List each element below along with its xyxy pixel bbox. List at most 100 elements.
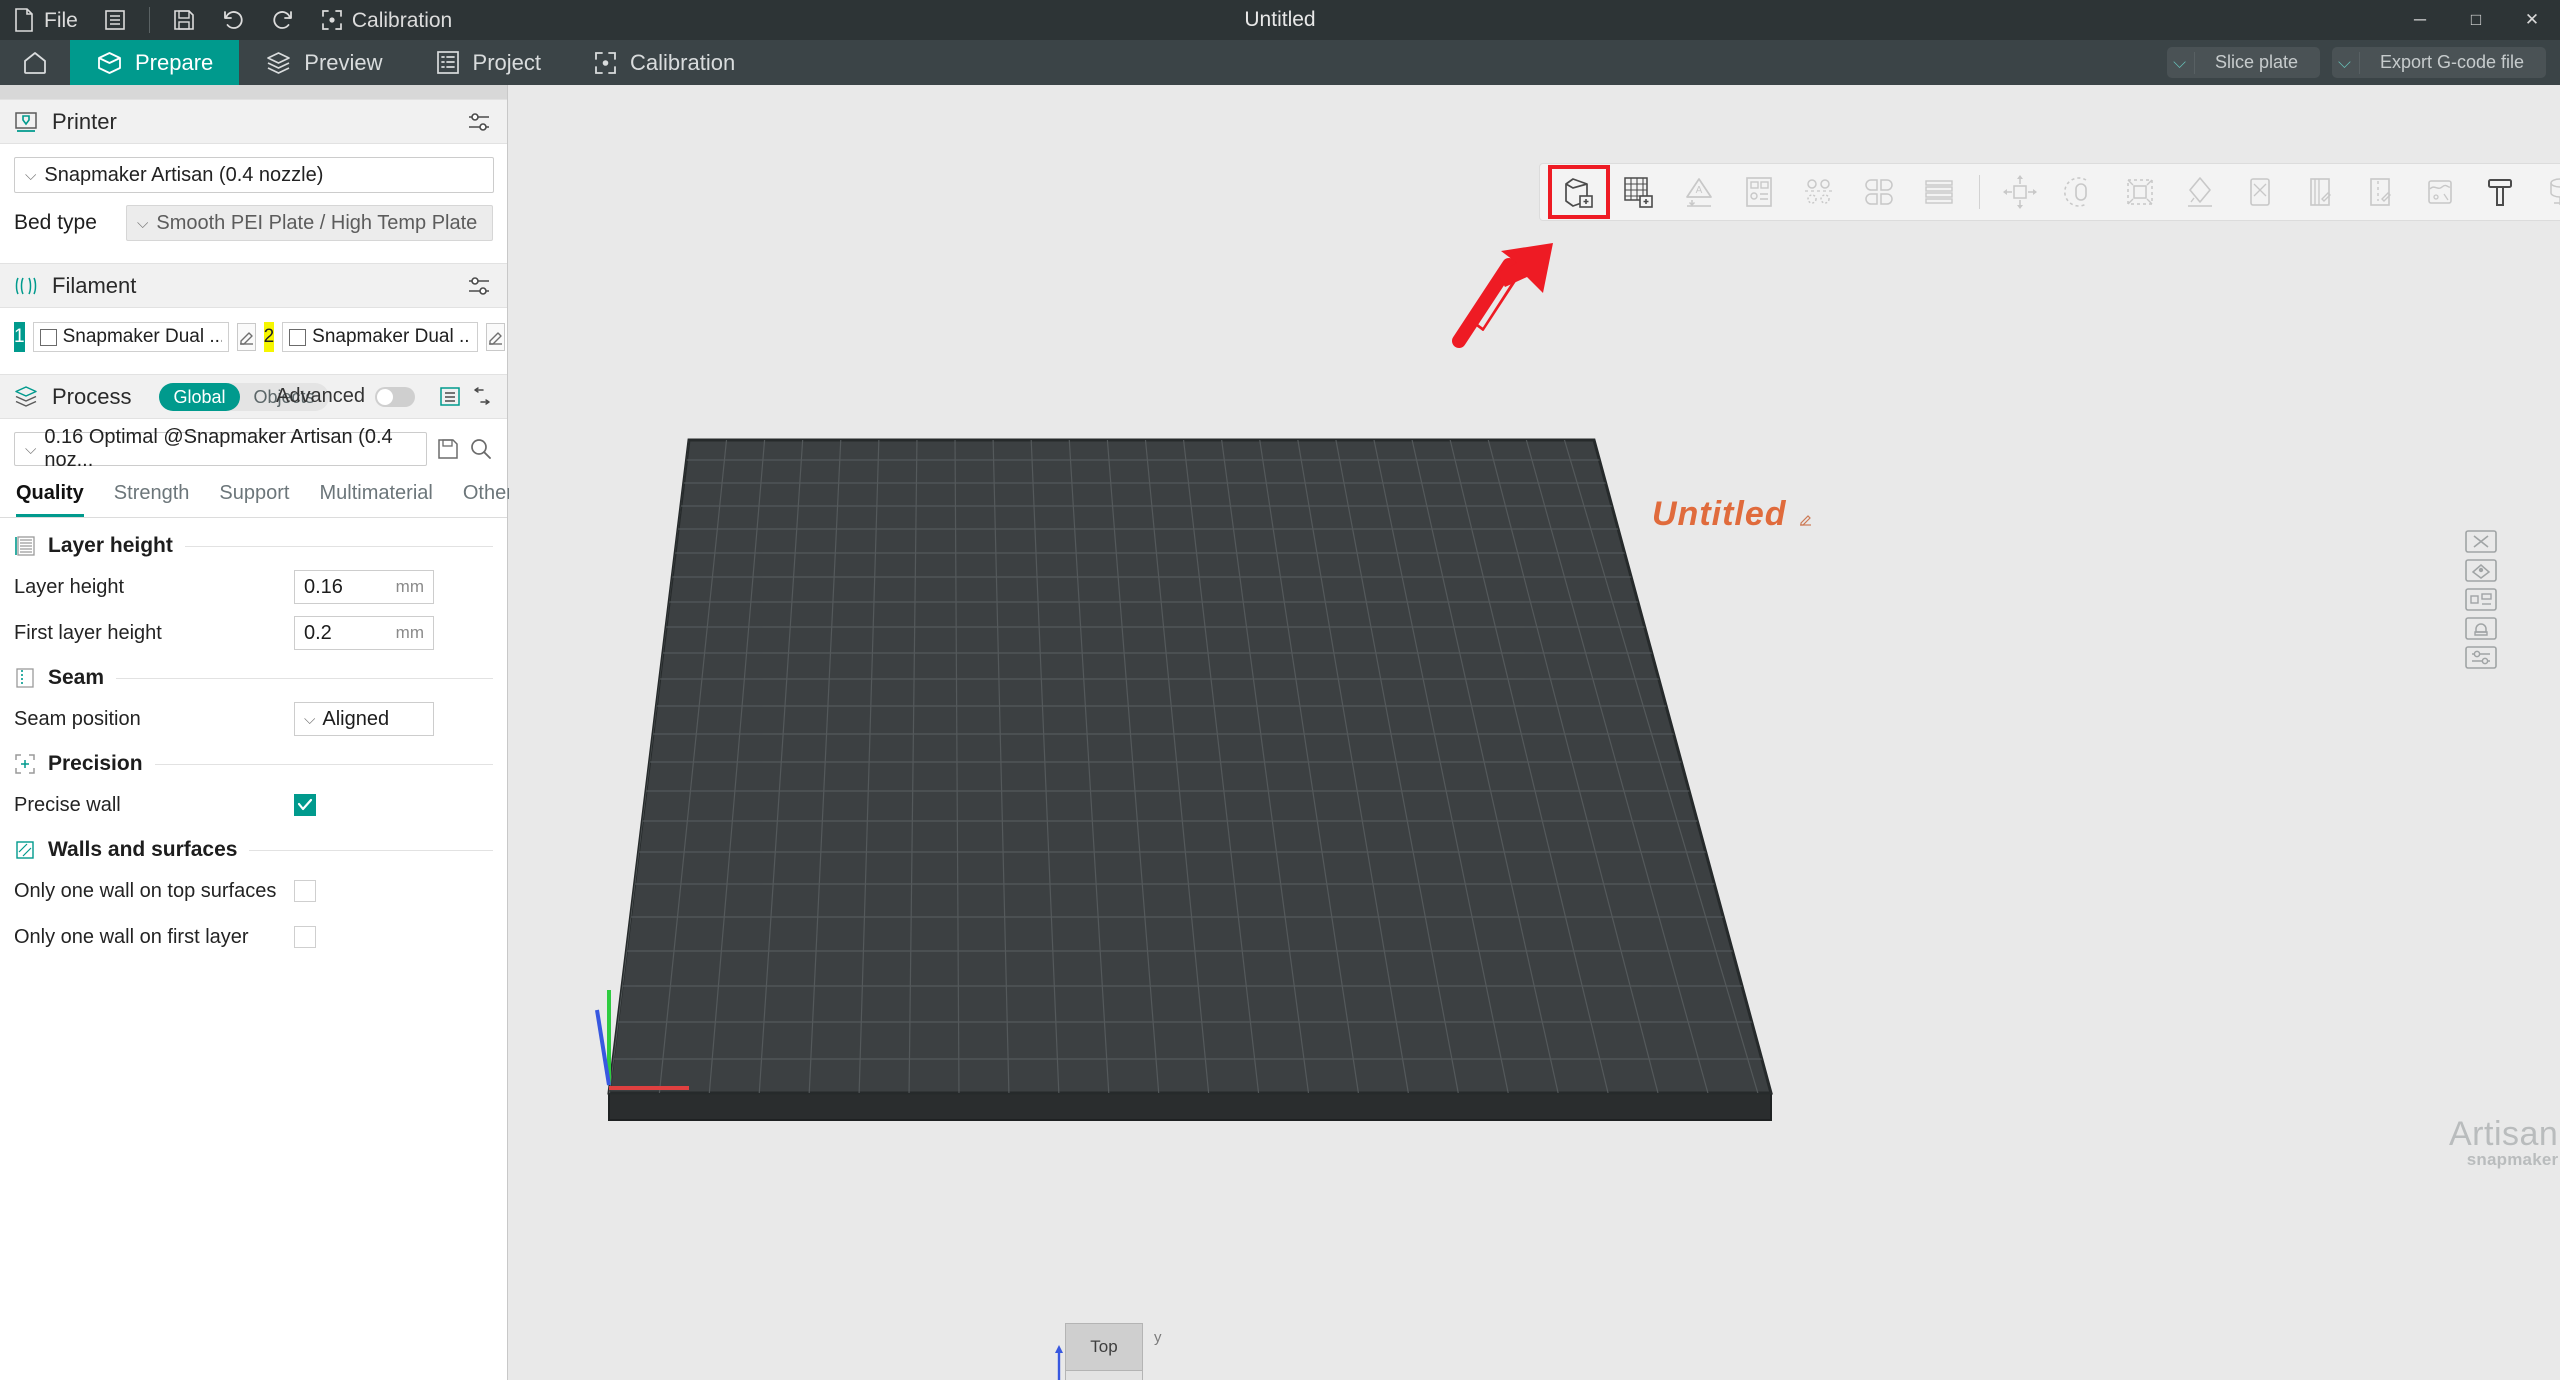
advanced-toggle[interactable] bbox=[375, 386, 415, 407]
list-menu-icon bbox=[104, 9, 126, 31]
process-save-icon[interactable] bbox=[436, 437, 460, 461]
redo-button[interactable] bbox=[258, 0, 308, 40]
process-search-icon[interactable] bbox=[469, 437, 493, 461]
setting-layer-height-label: Layer height bbox=[14, 576, 125, 598]
printer-model-select[interactable]: ⌵ Snapmaker Artisan (0.4 nozzle) bbox=[14, 157, 494, 193]
printer-settings-icon[interactable] bbox=[467, 111, 491, 133]
setting-one-wall-top-label: Only one wall on top surfaces bbox=[14, 880, 277, 902]
scale-icon[interactable] bbox=[2111, 167, 2169, 217]
chevron-down-icon[interactable]: ⌵ bbox=[2173, 53, 2186, 73]
tab-preview-label: Preview bbox=[304, 49, 383, 75]
undo-icon bbox=[221, 9, 245, 31]
tab-prepare[interactable]: Prepare bbox=[70, 40, 240, 85]
menu-file[interactable]: File bbox=[0, 0, 91, 40]
arrange-options-icon[interactable] bbox=[1730, 167, 1788, 217]
one-wall-top-checkbox[interactable] bbox=[294, 880, 316, 902]
minimize-button[interactable]: ─ bbox=[2392, 0, 2448, 40]
plate-settings-icon[interactable] bbox=[2464, 645, 2498, 670]
support-painting-icon[interactable] bbox=[2291, 167, 2349, 217]
close-button[interactable]: ✕ bbox=[2504, 0, 2560, 40]
group-divider bbox=[249, 849, 493, 851]
scope-global-pill[interactable]: Global bbox=[159, 382, 240, 411]
process-preset-select[interactable]: ⌵ 0.16 Optimal @Snapmaker Artisan (0.4 n… bbox=[14, 426, 427, 471]
calibration-icon bbox=[593, 51, 618, 75]
viewcube-axes bbox=[1055, 1345, 1063, 1380]
one-wall-first-layer-checkbox[interactable] bbox=[294, 926, 316, 948]
filament-slot-1-index[interactable]: 1 bbox=[14, 322, 25, 352]
setting-seam-position-label: Seam position bbox=[14, 708, 141, 730]
measure-icon[interactable] bbox=[2531, 167, 2560, 217]
move-icon[interactable] bbox=[1991, 167, 2049, 217]
file-icon bbox=[13, 8, 35, 32]
layer-height-input[interactable]: 0.16 mm bbox=[294, 570, 434, 604]
arrange-plate-icon[interactable] bbox=[2464, 558, 2498, 583]
place-on-face-icon[interactable] bbox=[2171, 167, 2229, 217]
save-icon bbox=[173, 9, 195, 31]
advanced-label: Advanced bbox=[276, 385, 365, 407]
auto-arrange-icon[interactable]: A bbox=[1670, 167, 1728, 217]
pencil-icon bbox=[487, 329, 504, 346]
filament-settings-icon[interactable] bbox=[467, 275, 491, 297]
compare-icon[interactable] bbox=[471, 386, 493, 407]
precise-wall-checkbox[interactable] bbox=[294, 794, 316, 816]
printer-section-header: Printer bbox=[0, 99, 507, 144]
filament-slot-2-name: Snapmaker Dual ... bbox=[312, 326, 472, 347]
seam-position-select[interactable]: ⌵ Aligned bbox=[294, 702, 434, 736]
maximize-button[interactable]: □ bbox=[2448, 0, 2504, 40]
filament-slot-2-select[interactable]: Snapmaker Dual ... bbox=[282, 322, 479, 352]
tab-preview[interactable]: Preview bbox=[239, 40, 408, 85]
plate-title-edit-icon[interactable] bbox=[1799, 513, 1813, 527]
slice-plate-button[interactable]: ⌵ Slice plate bbox=[2167, 47, 2321, 78]
seam-painting-icon[interactable] bbox=[2351, 167, 2409, 217]
group-divider bbox=[154, 763, 493, 765]
first-layer-height-input[interactable]: 0.2 mm bbox=[294, 616, 434, 650]
filament-color-swatch bbox=[39, 328, 57, 346]
tab-project[interactable]: Project bbox=[409, 40, 567, 85]
home-button[interactable] bbox=[0, 40, 70, 85]
chevron-down-icon[interactable]: ⌵ bbox=[2338, 53, 2351, 73]
menu-list-button[interactable] bbox=[91, 0, 139, 40]
add-plate-icon[interactable] bbox=[1610, 167, 1668, 217]
export-gcode-button[interactable]: ⌵ Export G-code file bbox=[2332, 47, 2546, 78]
param-tab-strength[interactable]: Strength bbox=[114, 482, 190, 517]
color-painting-icon[interactable] bbox=[2411, 167, 2469, 217]
process-section-title: Process bbox=[52, 383, 132, 409]
advanced-toggle-group: Advanced bbox=[276, 385, 415, 408]
orient-plate-icon[interactable] bbox=[2464, 587, 2498, 612]
svg-text:A: A bbox=[1696, 185, 1703, 196]
precision-icon bbox=[14, 753, 36, 775]
tab-calibration-label: Calibration bbox=[630, 49, 736, 75]
menu-calibration-label: Calibration bbox=[351, 8, 453, 32]
filament-slot-2-index[interactable]: 2 bbox=[263, 322, 275, 352]
chevron-down-icon: ⌵ bbox=[25, 166, 37, 184]
filament-slot-2-edit-button[interactable] bbox=[486, 323, 506, 351]
param-tab-support[interactable]: Support bbox=[219, 482, 289, 517]
filament-slot-1-edit-button[interactable] bbox=[236, 323, 256, 351]
text-tool-icon[interactable] bbox=[2471, 167, 2529, 217]
lock-plate-icon[interactable] bbox=[2464, 616, 2498, 641]
seam-icon bbox=[14, 667, 36, 689]
3d-viewport[interactable]: Untitled 01 Artisan snapmaker Top Front bbox=[509, 85, 2560, 1380]
toolbar-divider bbox=[148, 7, 150, 33]
layer-height-unit: mm bbox=[395, 577, 424, 596]
list-view-icon[interactable] bbox=[439, 386, 461, 407]
group-divider bbox=[116, 677, 493, 679]
undo-button[interactable] bbox=[208, 0, 258, 40]
rotate-icon[interactable] bbox=[2051, 167, 2109, 217]
save-button[interactable] bbox=[160, 0, 208, 40]
bed-type-row: Bed type ⌵ Smooth PEI Plate / High Temp … bbox=[0, 205, 507, 241]
bed-type-select[interactable]: ⌵ Smooth PEI Plate / High Temp Plate bbox=[126, 205, 493, 241]
menu-calibration[interactable]: Calibration bbox=[308, 0, 465, 40]
param-tab-quality[interactable]: Quality bbox=[16, 482, 84, 517]
tab-calibration[interactable]: Calibration bbox=[567, 40, 761, 85]
copy-objects-icon[interactable] bbox=[1790, 167, 1848, 217]
add-object-icon[interactable] bbox=[1548, 165, 1610, 219]
param-tab-multimaterial[interactable]: Multimaterial bbox=[319, 482, 432, 517]
layers-icon bbox=[265, 50, 292, 76]
cut-icon[interactable] bbox=[2231, 167, 2289, 217]
delete-plate-icon[interactable] bbox=[2464, 529, 2498, 554]
slice-plate-label: Slice plate bbox=[2214, 52, 2299, 72]
split-objects-icon[interactable] bbox=[1850, 167, 1908, 217]
layers-view-icon[interactable] bbox=[1910, 167, 1968, 217]
filament-slot-1-select[interactable]: Snapmaker Dual ... bbox=[32, 322, 229, 352]
